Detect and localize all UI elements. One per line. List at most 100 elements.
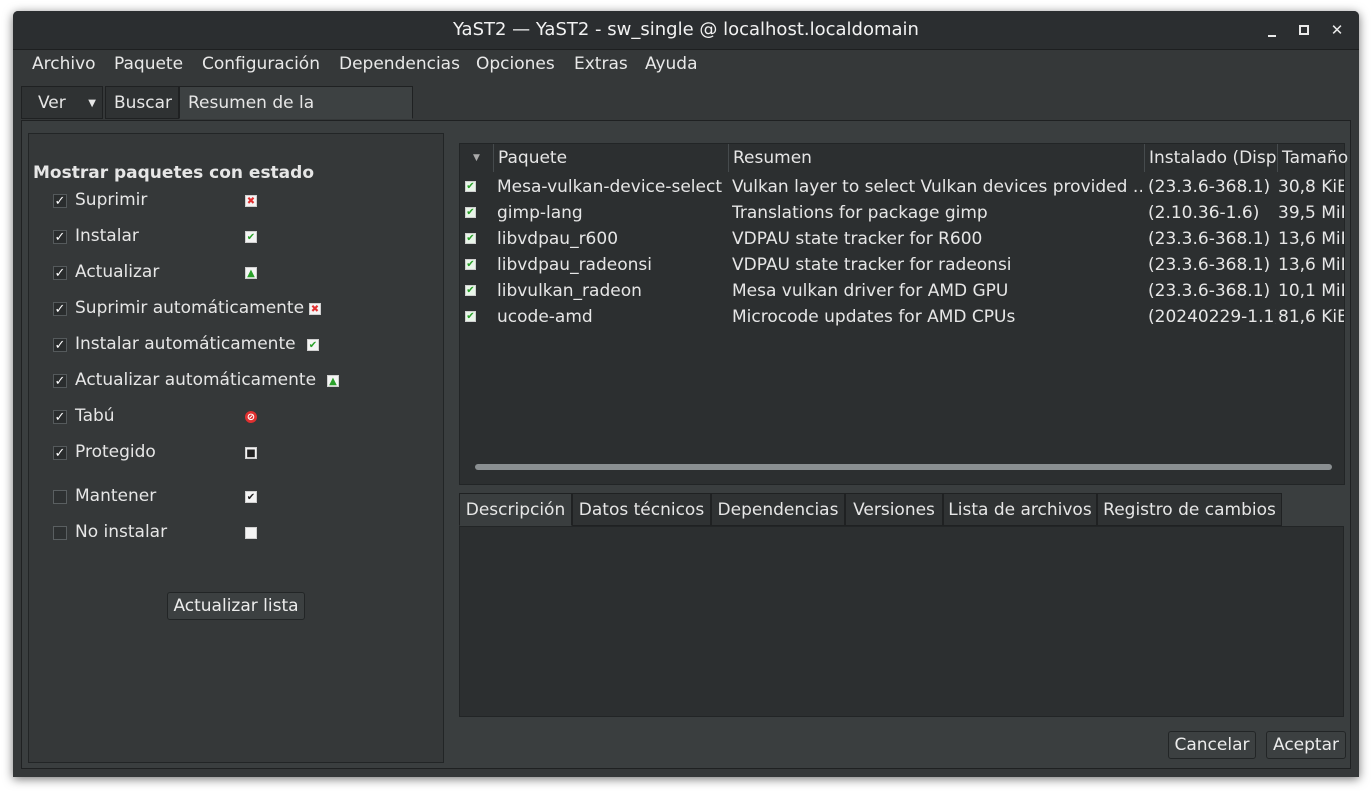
checkbox-instalar-auto[interactable]: ✓ (53, 338, 67, 352)
package-installed-version: (23.3.6-368.1) (1148, 229, 1271, 249)
package-table: ▼ Paquete Resumen Instalado (Disp Tamaño… (459, 143, 1348, 485)
package-summary: VDPAU state tracker for radeonsi (732, 255, 1012, 275)
package-name: libvdpau_radeonsi (497, 255, 652, 275)
view-dropdown[interactable]: Ver ▼ (21, 86, 103, 119)
menu-ayuda[interactable]: Ayuda (645, 54, 698, 74)
menu-paquete[interactable]: Paquete (114, 54, 183, 74)
checkbox-suprimir[interactable]: ✓ (53, 194, 67, 208)
install-status-icon[interactable]: ✔ (465, 181, 476, 192)
table-row[interactable]: ✔ Mesa-vulkan-device-select Vulkan layer… (460, 174, 1344, 200)
accept-button[interactable]: Aceptar (1266, 731, 1346, 759)
menu-opciones[interactable]: Opciones (476, 54, 555, 74)
refresh-list-button[interactable]: Actualizar lista (167, 592, 305, 620)
package-installed-version: (20240229-1.1) (1148, 307, 1276, 327)
taboo-status-icon: ⊘ (245, 411, 257, 423)
tab-versiones[interactable]: Versiones (845, 493, 943, 526)
minimize-icon (1268, 35, 1276, 37)
package-summary: Translations for package gimp (732, 203, 988, 223)
filter-label: Suprimir (75, 190, 148, 210)
package-name: libvulkan_radeon (497, 281, 642, 301)
filter-label: Suprimir automáticamente (75, 298, 305, 318)
column-tamano[interactable]: Tamaño (1278, 144, 1350, 172)
package-name: Mesa-vulkan-device-select (497, 177, 722, 197)
install-status-icon[interactable]: ✔ (465, 285, 476, 296)
filter-label: No instalar (75, 522, 168, 542)
package-size: 30,8 KiB (1278, 177, 1344, 197)
column-resumen[interactable]: Resumen (729, 144, 1145, 172)
checkbox-mantener[interactable] (53, 490, 67, 504)
install-status-icon[interactable]: ✔ (465, 259, 476, 270)
tab-descripcion[interactable]: Descripción (459, 493, 572, 526)
main-content: Mostrar paquetes con estado ✓ Suprimir ✖… (21, 120, 1351, 769)
install-status-icon: ✔ (245, 231, 257, 243)
table-row[interactable]: ✔ libvdpau_radeonsi VDPAU state tracker … (460, 252, 1344, 278)
tab-dependencias[interactable]: Dependencias (711, 493, 845, 526)
package-name: libvdpau_r600 (497, 229, 619, 249)
package-installed-version: (2.10.36-1.6) (1148, 203, 1260, 223)
checkbox-actualizar-auto[interactable]: ✓ (53, 374, 67, 388)
filter-label: Actualizar (75, 262, 160, 282)
checkbox-suprimir-auto[interactable]: ✓ (53, 302, 67, 316)
filter-label: Actualizar automáticamente (75, 370, 317, 390)
tab-buscar[interactable]: Buscar (105, 86, 179, 119)
update-status-icon: ▲ (245, 267, 257, 279)
description-area (459, 526, 1344, 717)
package-summary: Mesa vulkan driver for AMD GPU (732, 281, 1009, 301)
checkbox-actualizar[interactable]: ✓ (53, 266, 67, 280)
package-installed-version: (23.3.6-368.1) (1148, 255, 1271, 275)
yast-window: YaST2 — YaST2 - sw_single @ localhost.lo… (13, 11, 1359, 777)
package-summary: Vulkan layer to select Vulkan devices pr… (732, 177, 1142, 197)
filter-label: Protegido (75, 442, 156, 462)
delete-status-icon: ✖ (245, 195, 257, 207)
filter-label: Mantener (75, 486, 157, 506)
auto-install-status-icon: ✔ (307, 339, 319, 351)
column-instalado[interactable]: Instalado (Disp (1145, 144, 1278, 172)
minimize-button[interactable] (1257, 11, 1287, 49)
keep-status-icon: ✔ (245, 491, 257, 503)
checkbox-tabu[interactable]: ✓ (53, 410, 67, 424)
package-size: 13,6 MiB (1278, 229, 1344, 249)
menu-archivo[interactable]: Archivo (32, 54, 96, 74)
auto-delete-status-icon: ✖ (309, 303, 321, 315)
package-name: ucode-amd (497, 307, 593, 327)
checkbox-no-instalar[interactable] (53, 526, 67, 540)
package-size: 39,5 MiB (1278, 203, 1344, 223)
dropdown-arrow-icon: ▼ (88, 98, 96, 109)
horizontal-scrollbar[interactable] (475, 464, 1332, 470)
menu-configuracion[interactable]: Configuración (202, 54, 320, 74)
close-button[interactable]: ✕ (1322, 11, 1352, 49)
window-title: YaST2 — YaST2 - sw_single @ localhost.lo… (453, 19, 919, 40)
cancel-button[interactable]: Cancelar (1168, 731, 1256, 759)
protected-status-icon: ■ (245, 447, 257, 459)
package-summary: VDPAU state tracker for R600 (732, 229, 983, 249)
filter-label: Instalar automáticamente (75, 334, 296, 354)
install-status-icon[interactable]: ✔ (465, 233, 476, 244)
menu-dependencias[interactable]: Dependencias (339, 54, 460, 74)
auto-update-status-icon: ▲ (327, 375, 339, 387)
package-size: 13,6 MiB (1278, 255, 1344, 275)
table-row[interactable]: ✔ gimp-lang Translations for package gim… (460, 200, 1344, 226)
package-name: gimp-lang (497, 203, 583, 223)
tab-buscar-label: Buscar (114, 93, 173, 113)
filter-label: Instalar (75, 226, 139, 246)
menu-extras[interactable]: Extras (574, 54, 628, 74)
install-status-icon[interactable]: ✔ (465, 207, 476, 218)
view-label: Ver (38, 93, 66, 113)
status-sort-icon[interactable]: ▼ (460, 144, 493, 172)
checkbox-protegido[interactable]: ✓ (53, 446, 67, 460)
tab-registro-cambios[interactable]: Registro de cambios (1097, 493, 1282, 526)
tab-lista-archivos[interactable]: Lista de archivos (943, 493, 1097, 526)
package-installed-version: (23.3.6-368.1) (1148, 177, 1271, 197)
tab-datos-tecnicos[interactable]: Datos técnicos (572, 493, 711, 526)
table-row[interactable]: ✔ libvulkan_radeon Mesa vulkan driver fo… (460, 278, 1344, 304)
checkbox-instalar[interactable]: ✓ (53, 230, 67, 244)
maximize-button[interactable] (1289, 11, 1319, 49)
install-status-icon[interactable]: ✔ (465, 311, 476, 322)
table-row[interactable]: ✔ libvdpau_r600 VDPAU state tracker for … (460, 226, 1344, 252)
no-install-status-icon (245, 527, 257, 539)
maximize-icon (1299, 25, 1309, 35)
column-paquete[interactable]: Paquete (493, 144, 729, 172)
table-row[interactable]: ✔ ucode-amd Microcode updates for AMD CP… (460, 304, 1344, 330)
package-size: 10,1 MiB (1278, 281, 1344, 301)
tab-resumen-instalacion[interactable]: Resumen de la instalación (179, 86, 413, 146)
